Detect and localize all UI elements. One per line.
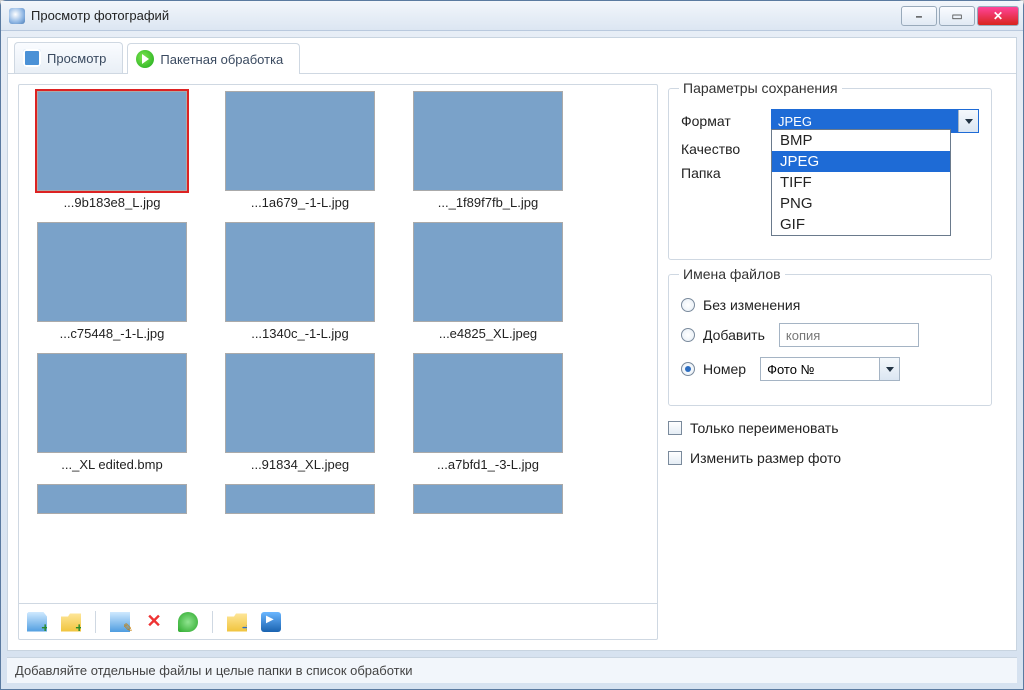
clear-icon[interactable] (178, 612, 198, 632)
photo-icon (23, 49, 41, 67)
thumbnail-filename: ...e4825_XL.jpeg (405, 326, 571, 341)
thumbnail-filename: ..._1f89f7fb_L.jpg (405, 195, 571, 210)
thumbnail-item[interactable] (217, 484, 383, 518)
tabstrip: Просмотр Пакетная обработка (8, 38, 1016, 74)
dropdown-option[interactable]: TIFF (772, 172, 950, 193)
thumbnail-image (37, 484, 187, 514)
thumbnail-image (225, 91, 375, 191)
checkbox-rename-only-label: Только переименовать (690, 420, 839, 436)
radio-number[interactable] (681, 362, 695, 376)
thumbnail-image (413, 222, 563, 322)
tab-view-label: Просмотр (47, 51, 106, 66)
add-image-icon[interactable] (27, 612, 47, 632)
thumbnail-item[interactable]: ...e4825_XL.jpeg (405, 222, 571, 341)
checkbox-rename-only[interactable] (668, 421, 682, 435)
thumbnail-item[interactable]: ...9b183e8_L.jpg (29, 91, 195, 210)
thumbnail-panel: ...9b183e8_L.jpg ...1a679_-1-L.jpg ..._1f8… (18, 84, 658, 640)
delete-icon[interactable]: ✕ (144, 612, 164, 632)
thumbnail-item[interactable]: ..._XL edited.bmp (29, 353, 195, 472)
titlebar: Просмотр фотографий (1, 1, 1023, 31)
dropdown-format[interactable]: BMPJPEGTIFFPNGGIF (771, 129, 951, 236)
thumbnail-filename: ...1340c_-1-L.jpg (217, 326, 383, 341)
thumbnail-filename: ...9b183e8_L.jpg (29, 195, 195, 210)
tab-batch-label: Пакетная обработка (160, 52, 283, 67)
thumbnail-image (225, 484, 375, 514)
thumbnail-item[interactable]: ...91834_XL.jpeg (217, 353, 383, 472)
status-text: Добавляйте отдельные файлы и целые папки… (15, 663, 413, 678)
label-folder: Папка (681, 165, 759, 181)
radio-number-label: Номер (703, 361, 746, 377)
window-close-button[interactable] (977, 6, 1019, 26)
add-folder-icon[interactable] (61, 612, 81, 632)
thumbnail-filename: ...c75448_-1-L.jpg (29, 326, 195, 341)
play-icon (136, 50, 154, 68)
thumbnail-image (37, 353, 187, 453)
group-save-params: Параметры сохранения Формат JPEG BMPJPEG… (668, 88, 992, 260)
output-folder-icon[interactable] (227, 612, 247, 632)
thumbnail-item[interactable] (405, 484, 571, 518)
thumbnail-item[interactable] (29, 484, 195, 518)
window-title: Просмотр фотографий (31, 8, 901, 23)
thumbnail-image (413, 484, 563, 514)
app-window: Просмотр фотографий Просмотр Пакетная об… (0, 0, 1024, 690)
edit-icon[interactable] (110, 612, 130, 632)
group-filenames: Имена файлов Без изменения Добавить копи… (668, 274, 992, 406)
thumbnail-filename: ...a7bfd1_-3-L.jpg (405, 457, 571, 472)
combo-number-template[interactable]: Фото № (760, 357, 900, 381)
thumbnail-filename: ..._XL edited.bmp (29, 457, 195, 472)
checkbox-resize-label: Изменить размер фото (690, 450, 841, 466)
thumbnail-item[interactable]: ...1340c_-1-L.jpg (217, 222, 383, 341)
thumbnail-image (413, 353, 563, 453)
client-area: Просмотр Пакетная обработка ...9b183e8_L… (7, 37, 1017, 651)
dropdown-option[interactable]: JPEG (772, 151, 950, 172)
dropdown-option[interactable]: PNG (772, 193, 950, 214)
combo-format-value: JPEG (778, 114, 812, 129)
thumbnail-item[interactable]: ...1a679_-1-L.jpg (217, 91, 383, 210)
window-maximize-button[interactable] (939, 6, 975, 26)
radio-append[interactable] (681, 328, 695, 342)
thumbnail-item[interactable]: ..._1f89f7fb_L.jpg (405, 91, 571, 210)
status-bar: Добавляйте отдельные файлы и целые папки… (7, 657, 1017, 683)
thumbnail-toolbar: ✕ (19, 603, 657, 639)
dropdown-option[interactable]: BMP (772, 130, 950, 151)
options-panel: Параметры сохранения Формат JPEG BMPJPEG… (664, 84, 1006, 640)
thumbnail-grid[interactable]: ...9b183e8_L.jpg ...1a679_-1-L.jpg ..._1f8… (19, 85, 657, 603)
input-append-suffix[interactable]: копия (779, 323, 919, 347)
toolbar-separator (95, 611, 96, 633)
thumbnail-image (37, 222, 187, 322)
radio-append-label: Добавить (703, 327, 765, 343)
radio-keep[interactable] (681, 298, 695, 312)
thumbnail-image (413, 91, 563, 191)
toolbar-separator (212, 611, 213, 633)
tab-view[interactable]: Просмотр (14, 42, 123, 73)
app-icon (9, 8, 25, 24)
thumbnail-filename: ...1a679_-1-L.jpg (217, 195, 383, 210)
input-append-value: копия (786, 328, 820, 343)
label-format: Формат (681, 113, 759, 129)
group-save-title: Параметры сохранения (679, 80, 842, 96)
tab-batch[interactable]: Пакетная обработка (127, 43, 300, 74)
combo-number-value: Фото № (767, 362, 814, 377)
checkbox-resize[interactable] (668, 451, 682, 465)
window-minimize-button[interactable] (901, 6, 937, 26)
thumbnail-image (37, 91, 187, 191)
radio-keep-label: Без изменения (703, 297, 800, 313)
run-icon[interactable] (261, 612, 281, 632)
thumbnail-image (225, 222, 375, 322)
group-filenames-title: Имена файлов (679, 266, 785, 282)
dropdown-option[interactable]: GIF (772, 214, 950, 235)
thumbnail-item[interactable]: ...c75448_-1-L.jpg (29, 222, 195, 341)
chevron-down-icon (879, 358, 899, 380)
chevron-down-icon (958, 110, 978, 132)
thumbnail-image (225, 353, 375, 453)
thumbnail-filename: ...91834_XL.jpeg (217, 457, 383, 472)
label-quality: Качество (681, 141, 759, 157)
thumbnail-item[interactable]: ...a7bfd1_-3-L.jpg (405, 353, 571, 472)
